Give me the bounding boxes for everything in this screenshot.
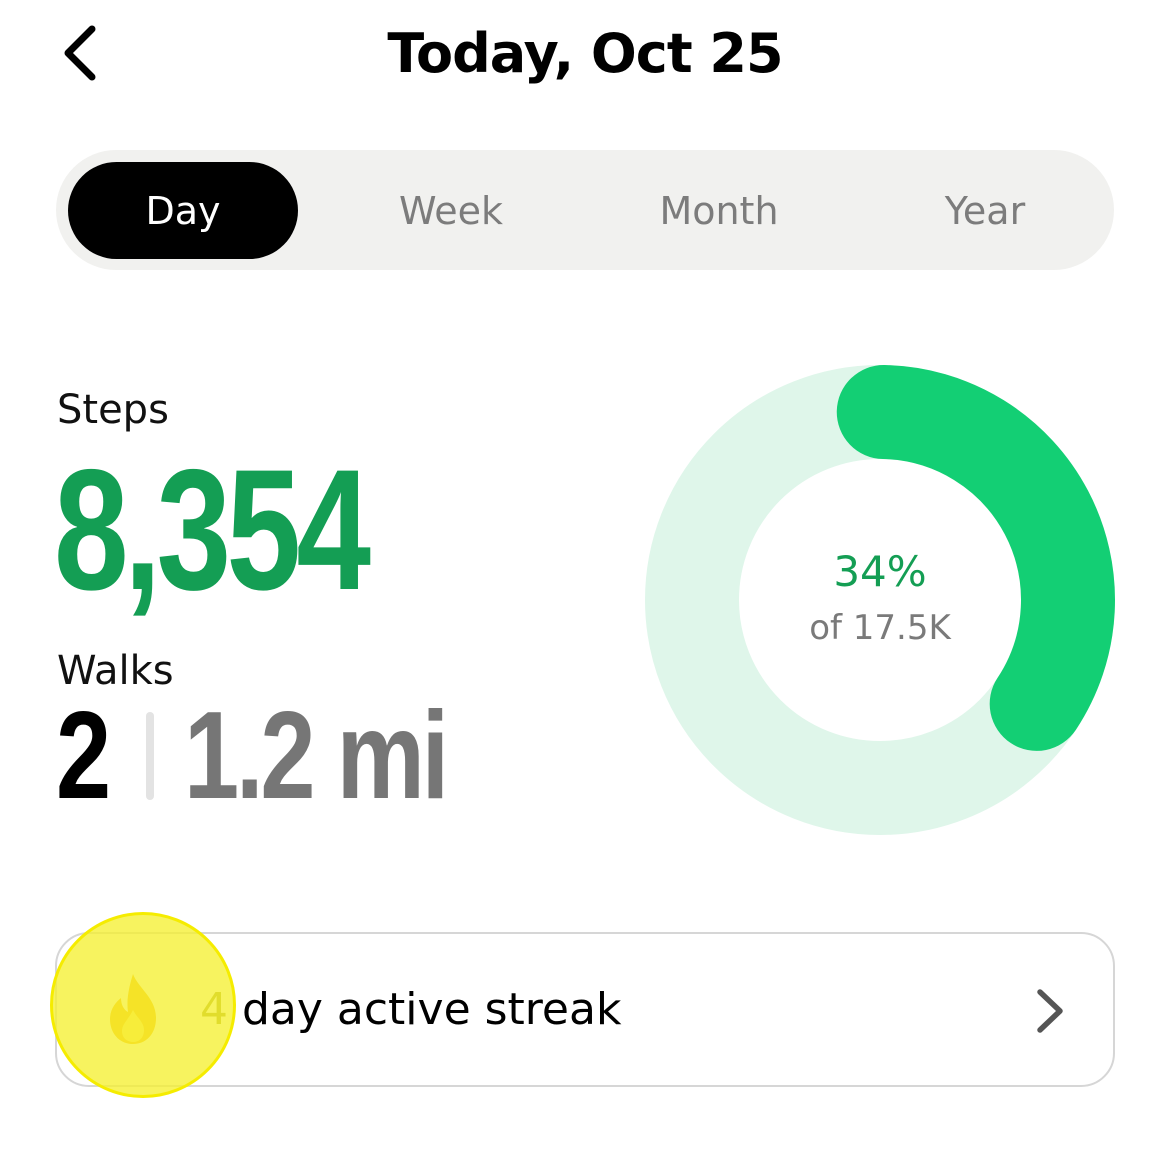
ring-center: 34% of 17.5K (640, 360, 1120, 840)
flame-icon (110, 974, 156, 1044)
tab-week[interactable]: Week (336, 162, 566, 259)
steps-label: Steps (57, 387, 169, 433)
step-goal-ring: 34% of 17.5K (640, 360, 1120, 840)
walks-divider (146, 712, 154, 800)
walks-count: 2 (56, 687, 111, 825)
chevron-right-icon (1037, 989, 1063, 1033)
streak-text: 4 day active streak (200, 980, 621, 1040)
streak-label: day active streak (228, 984, 622, 1035)
streak-count: 4 (200, 984, 228, 1035)
tab-month[interactable]: Month (604, 162, 834, 259)
tab-year[interactable]: Year (870, 162, 1100, 259)
goal-percent: 34% (833, 547, 927, 596)
walks-row: 2 1.2 mi (56, 687, 512, 825)
steps-value: 8,354 (54, 434, 371, 626)
goal-target: of 17.5K (809, 608, 951, 648)
activity-screen: Today, Oct 25 Day Week Month Year Steps … (0, 0, 1170, 1164)
page-title: Today, Oct 25 (387, 22, 783, 85)
period-segmented-control: Day Week Month Year (56, 150, 1114, 270)
walks-distance: 1.2 mi (184, 687, 449, 825)
tab-day[interactable]: Day (68, 162, 298, 259)
